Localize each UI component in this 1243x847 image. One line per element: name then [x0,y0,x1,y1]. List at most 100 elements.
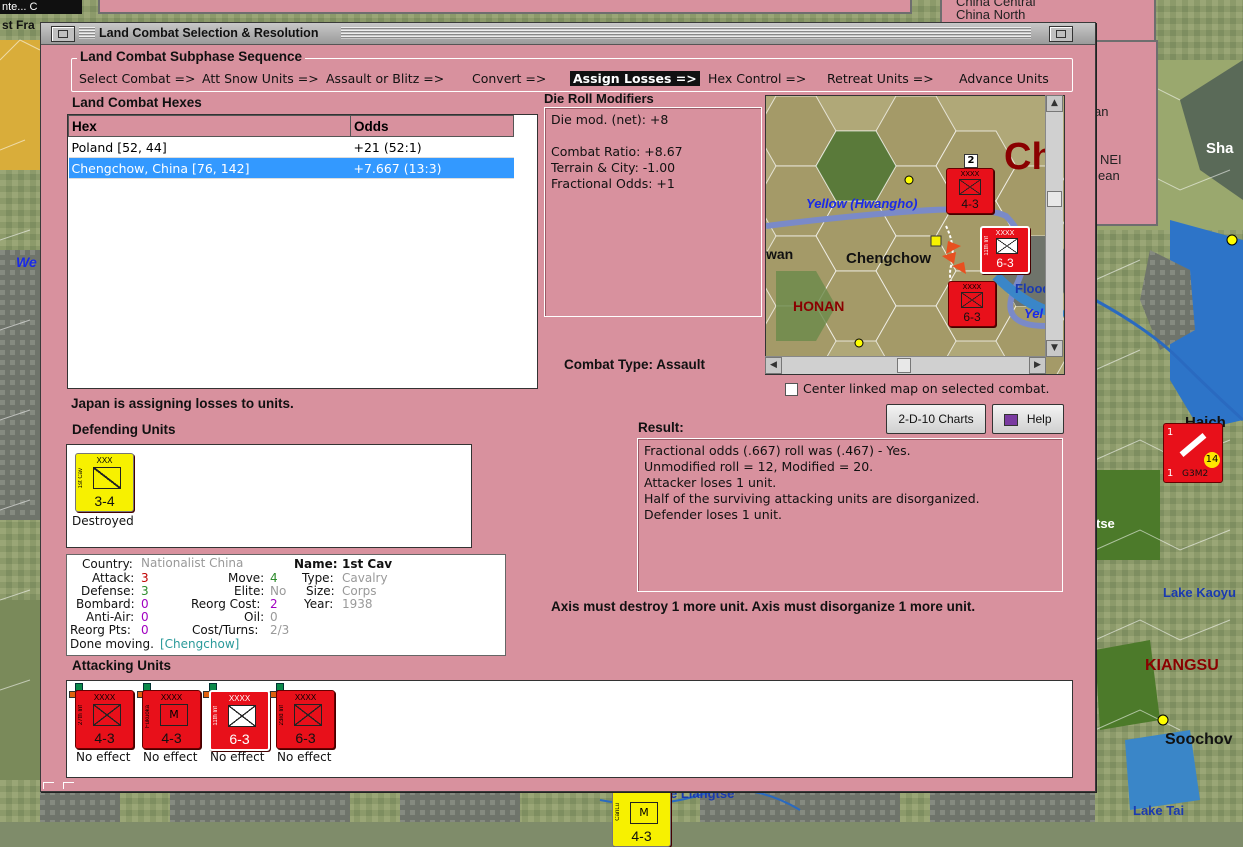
help-button[interactable]: Help [992,404,1064,434]
unit-size: XXXX [228,694,251,703]
defending-units-label: Defending Units [72,422,176,437]
info-label: Oil: [244,610,265,624]
background-window-nations[interactable]: an NEI ean [1094,40,1158,226]
scroll-down-arrow-icon[interactable]: ▼ [1046,340,1063,357]
scroll-left-arrow-icon[interactable]: ◀ [765,357,782,374]
info-defense: 3 [141,584,149,598]
help-button-label: Help [1026,412,1052,426]
attacker-unit-counter[interactable]: XXXX Fukuoka M 4-3 [142,690,201,749]
window-menu-button[interactable] [51,26,75,42]
attacker-status: No effect [143,750,198,764]
map-label-we: We [16,254,37,270]
counter-strength: 4-3 [631,828,652,844]
info-label: Reorg Cost: [191,597,261,611]
attacker-status: No effect [210,750,265,764]
status-message: Japan is assigning losses to units. [71,396,294,411]
combat-minimap[interactable]: Ch Yellow (Hwangho) Chengchow HONAN wan … [765,95,1065,375]
unit-side-label: Fukuoka [145,705,151,729]
unit-size: XXXX [93,693,116,702]
result-line: Fractional odds (.667) roll was (.467) -… [644,443,911,458]
minimap-unit-counter[interactable]: XXXX 11th Inf 6-3 [980,226,1030,274]
info-reorg-pts: 0 [141,623,149,637]
infantry-symbol-icon [996,238,1018,254]
attacker-unit-counter[interactable]: XXXX 27th Inf 4-3 [75,690,134,749]
resize-grip-icon[interactable] [43,782,54,789]
airplane-icon [1179,433,1207,457]
info-reorg-cost: 2 [270,597,278,611]
die-roll-modifiers-box: Die mod. (net): +8 Combat Ratio: +8.67 T… [544,107,762,317]
odds-cell[interactable]: +21 (52:1) [350,136,514,158]
table-row[interactable]: Poland [52, 44] +21 (52:1) [68,136,514,158]
minimap-vertical-scrollbar[interactable]: ▲ ▼ [1045,95,1063,357]
map-label-tse: tse [1096,516,1115,531]
info-label: Move: [228,571,265,585]
info-size: Corps [342,584,377,598]
step-hex-control: Hex Control => [708,71,807,86]
counter-value-badge: 14 [1204,452,1220,468]
scroll-right-arrow-icon[interactable]: ▶ [1029,357,1046,374]
unit-type-symbol: M [630,802,658,824]
info-oil: 0 [270,610,278,624]
vertical-scroll-thumb[interactable] [1047,191,1062,207]
die-roll-modifiers-label: Die Roll Modifiers [544,91,654,106]
odds-cell[interactable]: +7.667 (13:3) [350,157,514,179]
unit-size: XXXX [160,693,183,702]
stack-count-badge: 2 [964,154,978,168]
defender-unit-counter[interactable]: XXX 1st Cav 3-4 [75,453,134,512]
dialog-titlebar[interactable]: Land Combat Selection & Resolution [41,23,1095,45]
region-list-item[interactable]: China North [956,7,1025,22]
horizontal-scroll-thumb[interactable] [897,358,911,373]
center-linked-map-checkbox[interactable] [785,383,798,396]
step-assault-or-blitz: Assault or Blitz => [326,71,445,86]
land-combat-hexes-label: Land Combat Hexes [72,95,202,110]
info-label: Size: [306,584,335,598]
info-cost-turns: 2/3 [270,623,290,637]
combat-hexes-list[interactable]: Hex Odds Poland [52, 44] +21 (52:1) Chen… [67,114,538,389]
background-window-top [98,0,912,14]
titlebar-grip-left [79,27,95,39]
nation-list-item[interactable]: an [1094,104,1108,119]
hex-cell[interactable]: Chengchow, China [76, 142] [68,157,351,179]
info-done-location: [Chengchow] [160,637,240,651]
combat-type: Combat Type: Assault [564,357,706,372]
minimap-unit-counter[interactable]: XXXX 4-3 [946,168,994,214]
info-label: Done moving. [70,637,154,651]
minimap-label-yel: Yel [1024,306,1044,321]
step-select-combat: Select Combat => [79,71,196,86]
infantry-symbol-icon [959,179,981,195]
result-line: Defender loses 1 unit. [644,507,782,522]
result-box: Fractional odds (.667) roll was (.467) -… [637,438,1063,592]
map-label-kiangsu: KIANGSU [1145,657,1219,674]
table-row-selected[interactable]: Chengchow, China [76, 142] +7.667 (13:3) [68,157,514,179]
info-label: Type: [302,571,334,585]
background-unit-counter-bottom[interactable]: CanLu M 4-3 [612,788,671,847]
unit-size: XXXX [960,171,980,178]
die-mod-net: Die mod. (net): +8 [551,112,669,127]
table-header-row: Hex Odds [68,115,514,137]
unit-strength: 6-3 [229,731,250,747]
scroll-up-arrow-icon[interactable]: ▲ [1046,95,1063,112]
minimap-unit-counter[interactable]: XXXX 6-3 [948,281,996,327]
step-advance-units: Advance Units [959,71,1049,86]
nation-list-item[interactable]: NEI [1100,152,1122,167]
background-air-unit-counter[interactable]: 1 14 1 G3M2 [1163,423,1223,483]
unit-strength: 4-3 [961,197,979,211]
info-label: Reorg Pts: [70,623,131,637]
attacker-unit-counter[interactable]: XXXX 23rd Inf 6-3 [276,690,335,749]
column-header-odds[interactable]: Odds [350,115,514,137]
unit-info-box: Country: Nationalist China Attack: 3 Def… [66,554,506,656]
hex-cell[interactable]: Poland [52, 44] [68,136,351,158]
center-linked-map-label[interactable]: Center linked map on selected combat. [803,381,1050,396]
maximize-button[interactable] [1049,26,1073,42]
info-type: Cavalry [342,571,388,585]
column-header-hex[interactable]: Hex [68,115,351,137]
attacker-unit-counter[interactable]: XXXX 11th Inf 6-3 [209,690,270,751]
minimap-horizontal-scrollbar[interactable]: ◀ ▶ [765,356,1046,374]
info-antiair: 0 [141,610,149,624]
minimap-label-wan: wan [766,246,794,262]
resize-grip-icon[interactable] [63,782,74,789]
unit-side-label: 27th Inf [78,705,84,726]
charts-button[interactable]: 2-D-10 Charts [886,404,986,434]
axis-message: Axis must destroy 1 more unit. Axis must… [551,599,976,614]
nation-list-item[interactable]: ean [1098,168,1120,183]
